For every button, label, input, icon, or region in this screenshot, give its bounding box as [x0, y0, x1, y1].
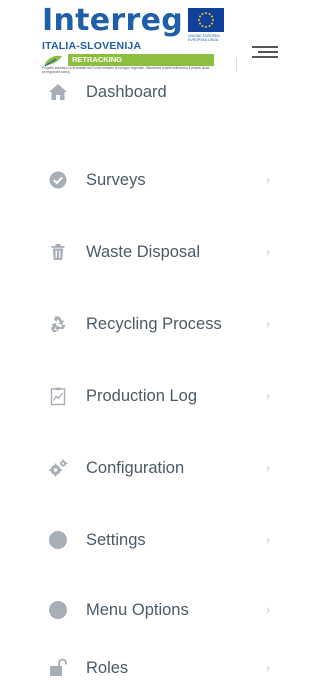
eu-caption: UNIONE EUROPEA EVROPSKA UNIJA: [188, 34, 220, 42]
check-circle-icon: [48, 170, 68, 190]
logo-wordmark: Interreg: [42, 3, 184, 38]
sidebar-item-production-log[interactable]: Production Log ›: [0, 376, 278, 416]
sidebar-item-surveys[interactable]: Surveys ›: [0, 160, 278, 200]
chevron-right-icon: ›: [266, 316, 271, 331]
circle-icon: [48, 530, 68, 550]
trash-icon: [48, 242, 68, 262]
home-icon: [48, 82, 68, 102]
sidebar-item-dashboard[interactable]: Dashboard: [0, 72, 278, 112]
sidebar-item-label: Production Log: [86, 387, 197, 405]
circle-icon: [48, 600, 68, 620]
chevron-right-icon: ›: [266, 172, 271, 187]
recycle-icon: [48, 314, 68, 334]
interreg-logo[interactable]: Interreg UNIONE EUROPEA EVROPSKA UNIJA I…: [38, 3, 228, 73]
sidebar-item-label: Menu Options: [86, 601, 189, 619]
header-divider: [236, 58, 237, 72]
sidebar-item-settings[interactable]: Settings ›: [0, 520, 278, 560]
sidebar-item-waste-disposal[interactable]: Waste Disposal ›: [0, 232, 278, 272]
chevron-right-icon: ›: [266, 244, 271, 259]
sidebar-item-label: Waste Disposal: [86, 243, 201, 261]
clipboard-chart-icon: [48, 386, 68, 406]
sidebar-item-roles[interactable]: Roles ›: [0, 648, 278, 688]
chevron-right-icon: ›: [266, 660, 271, 675]
chevron-right-icon: ›: [266, 460, 271, 475]
eu-flag-icon: [188, 8, 224, 32]
app-header: Interreg UNIONE EUROPEA EVROPSKA UNIJA I…: [0, 0, 278, 73]
project-band: RETRACKING: [68, 54, 214, 66]
sidebar-item-label: Roles: [86, 659, 129, 677]
gears-icon: [48, 458, 68, 478]
sidebar-item-label: Configuration: [86, 459, 185, 477]
chevron-right-icon: ›: [266, 602, 271, 617]
sidebar-item-label: Dashboard: [86, 83, 167, 101]
logo-region: ITALIA-SLOVENIJA: [42, 40, 142, 52]
sidebar-item-label: Surveys: [86, 171, 146, 189]
menu-toggle-icon[interactable]: [252, 44, 278, 58]
sidebar-item-recycling-process[interactable]: Recycling Process ›: [0, 304, 278, 344]
chevron-right-icon: ›: [266, 388, 271, 403]
sidebar-item-menu-options[interactable]: Menu Options ›: [0, 590, 278, 630]
sidebar-item-label: Recycling Process: [86, 315, 222, 333]
sidebar-item-label: Settings: [86, 531, 146, 549]
unlock-icon: [48, 658, 68, 678]
sidebar-item-configuration[interactable]: Configuration ›: [0, 448, 278, 488]
project-name: RETRACKING: [72, 55, 122, 64]
chevron-right-icon: ›: [266, 532, 271, 547]
